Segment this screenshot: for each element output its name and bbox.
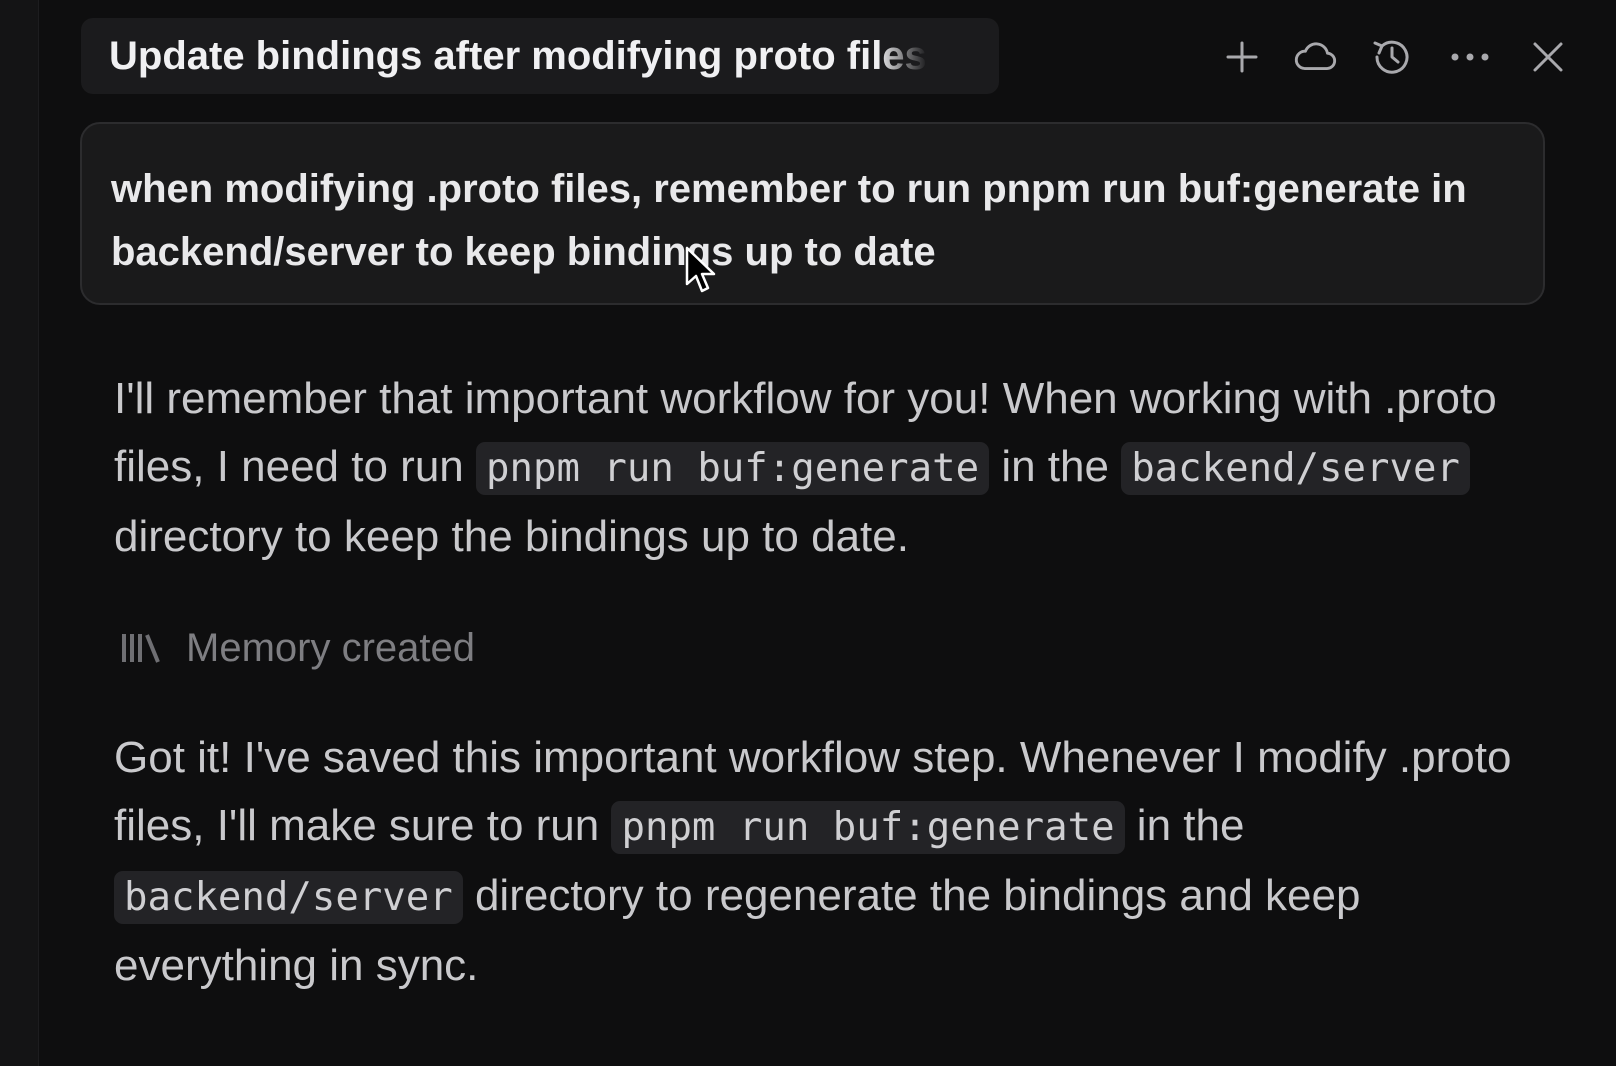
cloud-button[interactable] [1292,34,1338,80]
more-horizontal-icon [1451,53,1489,61]
library-icon [122,634,160,663]
plus-icon [1226,41,1258,73]
assistant-message: Got it! I've saved this important workfl… [114,724,1534,1000]
inline-code: pnpm run buf:generate [476,442,990,495]
history-button[interactable] [1369,34,1415,80]
memory-status-label: Memory created [186,625,475,670]
header-toolbar [1196,22,1616,92]
chat-title: Update bindings after modifying proto fi… [109,33,927,78]
user-message-text: when modifying .proto files, remember to… [111,167,1467,274]
left-rail [0,0,39,1066]
chat-title-tab[interactable]: Update bindings after modifying proto fi… [81,18,999,94]
user-message[interactable]: when modifying .proto files, remember to… [80,122,1545,305]
close-button[interactable] [1525,34,1571,80]
assistant-text: directory to keep the bindings up to dat… [114,512,909,561]
memory-created-status: Memory created [120,620,475,676]
assistant-text: in the [989,442,1122,491]
inline-code: backend/server [114,871,463,924]
close-icon [1533,42,1563,72]
new-chat-button[interactable] [1219,34,1265,80]
chat-panel: Update bindings after modifying proto fi… [39,0,1616,1066]
chat-header: Update bindings after modifying proto fi… [39,0,1616,115]
history-icon [1373,40,1409,74]
cloud-icon [1294,42,1337,70]
assistant-text: in the [1124,801,1245,850]
more-button[interactable] [1447,34,1493,80]
inline-code: backend/server [1121,442,1470,495]
inline-code: pnpm run buf:generate [611,801,1125,854]
assistant-message: I'll remember that important workflow fo… [114,365,1534,571]
